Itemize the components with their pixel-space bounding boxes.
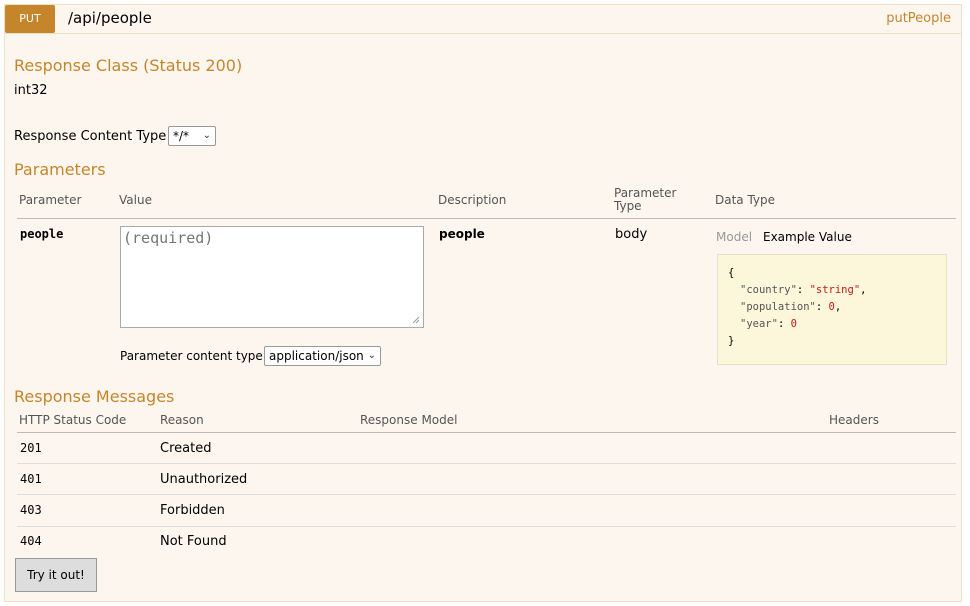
response-content-type-label: Response Content Type	[14, 129, 167, 144]
row-divider	[17, 463, 956, 464]
json-key-country: "country"	[740, 284, 797, 296]
col-description: Description	[438, 193, 507, 207]
status-code: 401	[20, 472, 42, 486]
json-val-population: 0	[828, 301, 835, 313]
status-code: 403	[20, 503, 42, 517]
tab-example-value[interactable]: Example Value	[763, 230, 852, 244]
col-response-model: Response Model	[360, 413, 458, 427]
col-value: Value	[119, 193, 152, 207]
response-content-type-select[interactable]: */* ⌄	[168, 126, 216, 146]
operation-path[interactable]: /api/people	[68, 9, 152, 27]
col-parameter: Parameter	[19, 193, 82, 207]
response-messages-title: Response Messages	[14, 387, 175, 406]
json-line-year: "year": 0	[740, 318, 797, 330]
param-name: people	[20, 227, 64, 241]
response-content-type-value: */*	[173, 129, 190, 143]
chevron-down-icon: ⌄	[367, 350, 376, 361]
json-val-year: 0	[790, 318, 797, 330]
param-type: body	[615, 227, 648, 242]
status-code: 201	[20, 441, 42, 455]
col-http-status: HTTP Status Code	[19, 413, 127, 427]
param-content-type-value: application/json	[269, 349, 364, 363]
parameters-header-divider	[17, 218, 956, 219]
operation-panel: PUT /api/people putPeople Response Class…	[4, 4, 962, 602]
method-badge[interactable]: PUT	[5, 5, 55, 33]
json-key-population: "population"	[740, 301, 816, 313]
status-code: 404	[20, 534, 42, 548]
json-key-year: "year"	[740, 318, 778, 330]
status-reason: Forbidden	[160, 503, 225, 518]
response-class-type: int32	[14, 83, 48, 98]
json-line-country: "country": "string",	[740, 284, 867, 296]
operation-nickname[interactable]: putPeople	[886, 11, 951, 26]
response-class-title: Response Class (Status 200)	[14, 56, 243, 75]
status-reason: Not Found	[160, 534, 227, 549]
tab-model[interactable]: Model	[716, 230, 752, 244]
param-description: people	[439, 227, 485, 241]
json-val-country: "string"	[809, 284, 861, 296]
json-open-brace: {	[728, 267, 735, 279]
status-reason: Created	[160, 441, 212, 456]
example-value-snippet[interactable]: { "country": "string", "population": 0, …	[717, 254, 947, 365]
messages-header-divider	[17, 432, 956, 433]
operation-header[interactable]: PUT /api/people putPeople	[5, 5, 961, 34]
chevron-down-icon: ⌄	[202, 130, 211, 141]
param-value-textarea[interactable]	[120, 226, 424, 328]
row-divider	[17, 494, 956, 495]
param-content-type-select[interactable]: application/json ⌄	[264, 346, 381, 366]
col-parameter-type-line2: Type	[614, 199, 642, 213]
col-data-type: Data Type	[715, 193, 776, 207]
col-headers: Headers	[829, 413, 879, 427]
json-line-population: "population": 0,	[740, 301, 842, 313]
parameters-title: Parameters	[14, 160, 106, 179]
col-parameter-type: Parameter Type	[614, 187, 676, 213]
json-close-brace: }	[728, 335, 735, 347]
try-it-out-button[interactable]: Try it out!	[15, 558, 97, 592]
row-divider	[17, 526, 956, 527]
param-content-type-label: Parameter content type:	[120, 349, 267, 363]
resize-handle-icon[interactable]	[412, 316, 420, 324]
status-reason: Unauthorized	[160, 472, 248, 487]
col-reason: Reason	[160, 413, 204, 427]
